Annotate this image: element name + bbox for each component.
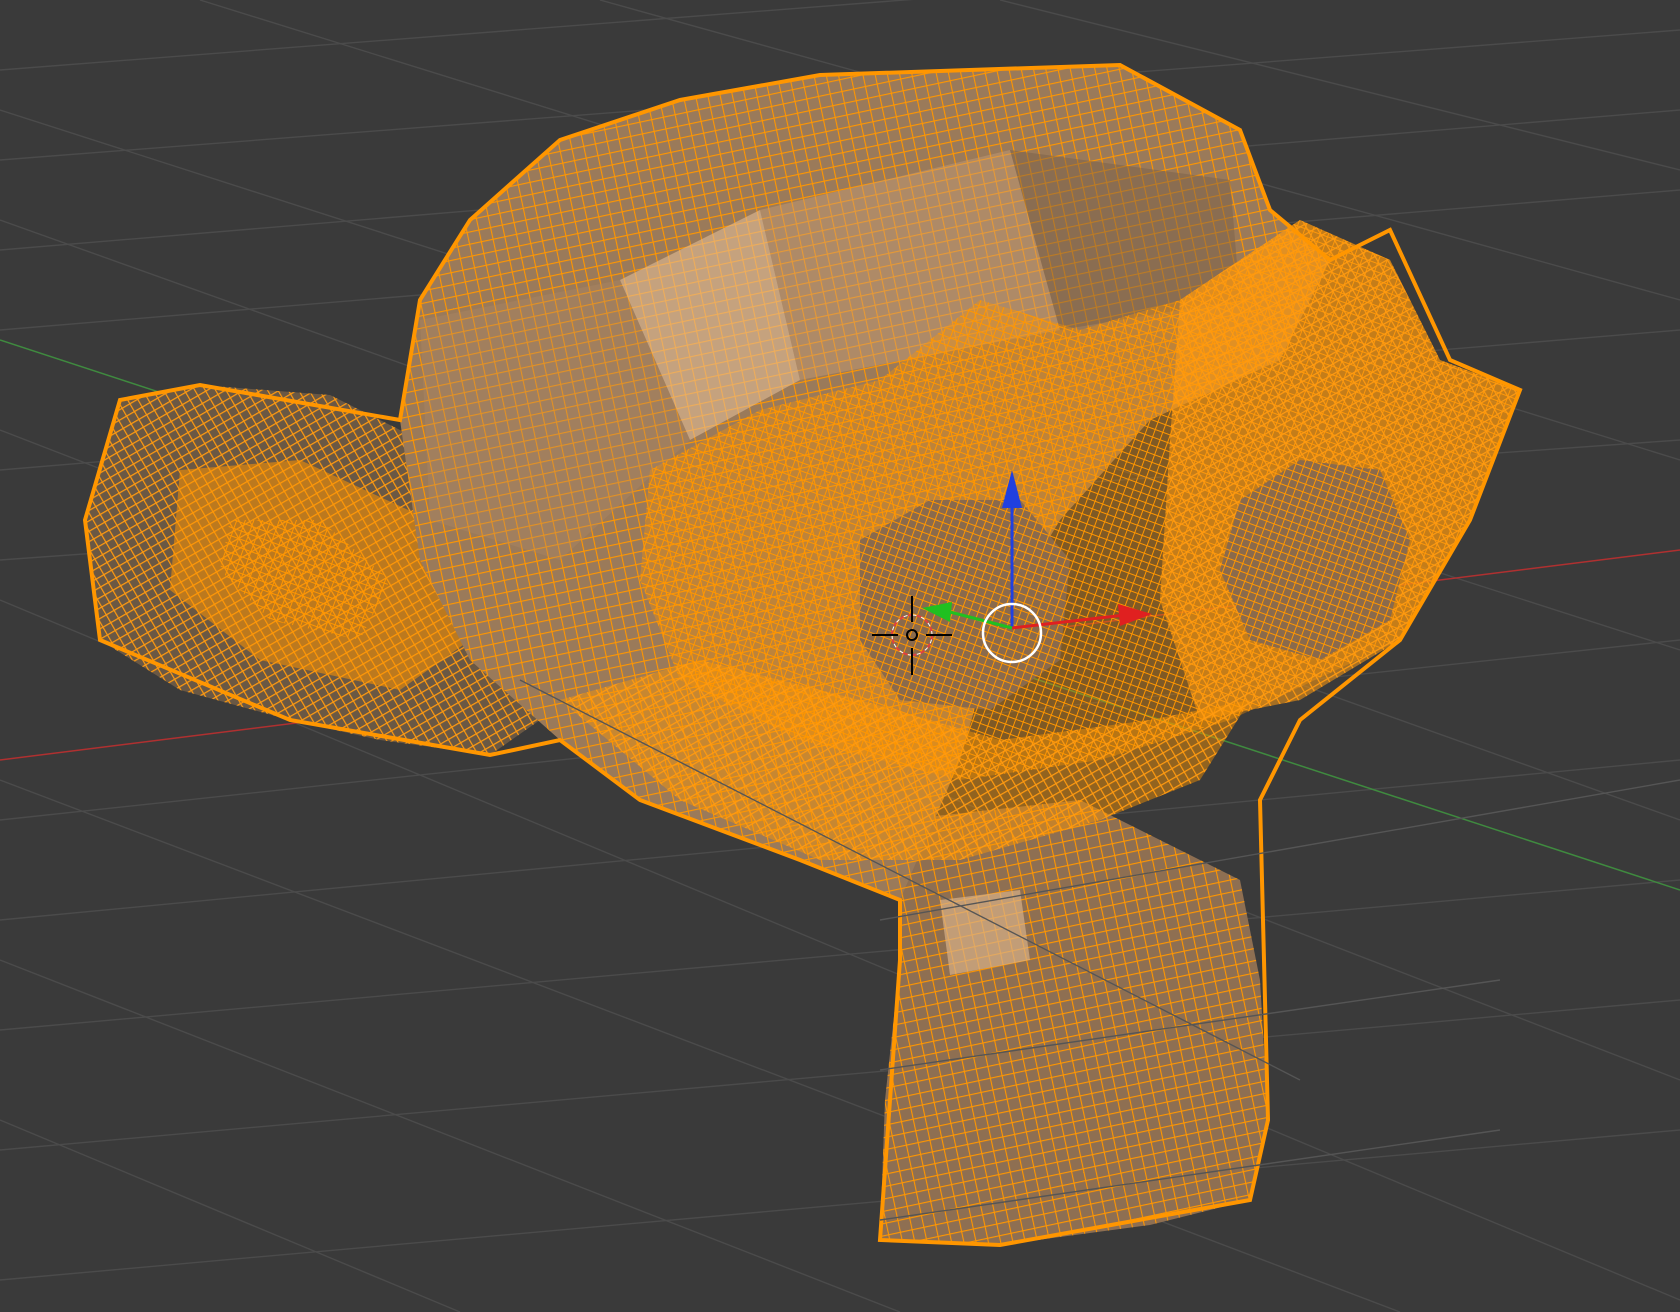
3d-viewport[interactable] xyxy=(0,0,1680,1312)
viewport-canvas[interactable] xyxy=(0,0,1680,1312)
